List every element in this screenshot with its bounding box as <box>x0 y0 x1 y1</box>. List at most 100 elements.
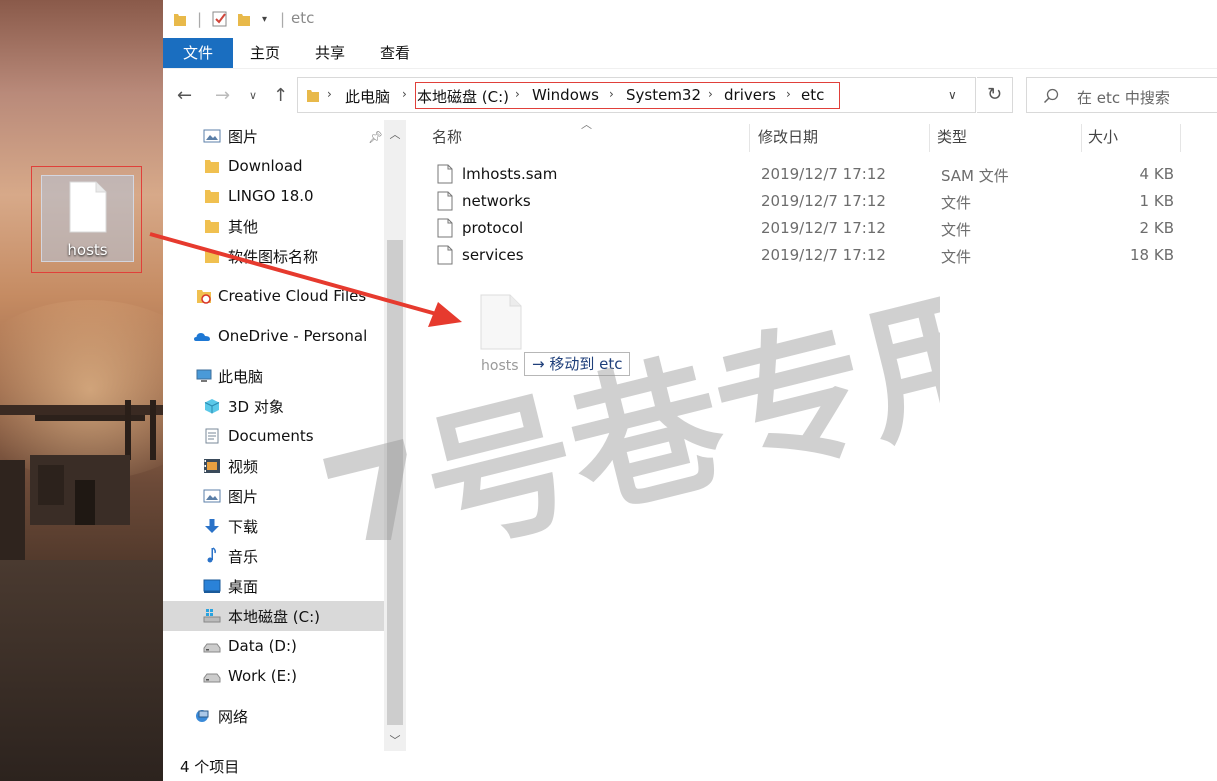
breadcrumb-this-pc[interactable]: 此电脑 <box>345 86 390 107</box>
file-modified: 2019/12/7 17:12 <box>761 192 886 210</box>
nav-item-onedrive[interactable]: OneDrive - Personal <box>163 321 384 351</box>
nav-item-downloads[interactable]: 下载 <box>163 511 384 541</box>
sort-ascending-icon: ︿ <box>581 118 592 131</box>
file-type: 文件 <box>941 194 972 212</box>
nav-item-data-d[interactable]: Data (D:) <box>163 631 384 661</box>
network-icon <box>196 710 209 722</box>
nav-item-software-icons[interactable]: 软件图标名称 <box>163 241 384 271</box>
title-separator: | <box>280 10 286 28</box>
column-header-name[interactable]: 名称 <box>432 120 462 154</box>
file-name: services <box>462 246 524 264</box>
annotation-highlight-box <box>415 82 840 109</box>
nav-item-other[interactable]: 其他 <box>163 211 384 241</box>
refresh-icon[interactable]: ↻ <box>977 77 1013 113</box>
file-row[interactable]: networks 2019/12/7 17:12 文件 1 KB <box>426 188 1186 215</box>
file-row[interactable]: protocol 2019/12/7 17:12 文件 2 KB <box>426 215 1186 242</box>
download-icon <box>205 519 219 533</box>
nav-item-3d-objects[interactable]: 3D 对象 <box>163 391 384 421</box>
scroll-down-icon[interactable]: ﹀ <box>384 732 406 748</box>
column-header-modified[interactable]: 修改日期 <box>758 120 818 154</box>
chevron-right-icon[interactable]: › <box>327 87 332 101</box>
pin-icon[interactable]: 📌︎ <box>368 130 383 144</box>
drive-icon <box>203 673 221 683</box>
navigation-pane: 图片 📌︎ Download LINGO 18.0 其他 软件图标名称 Crea… <box>163 120 406 751</box>
column-header-type[interactable]: 类型 <box>937 120 967 154</box>
column-divider[interactable] <box>1180 124 1181 152</box>
file-size: 18 KB <box>1130 246 1174 264</box>
recent-locations-icon[interactable]: ∨ <box>249 89 257 102</box>
nav-item-pictures[interactable]: 图片 <box>163 481 384 511</box>
nav-item-documents[interactable]: Documents <box>163 421 384 451</box>
local-disk-icon <box>203 609 221 623</box>
properties-icon[interactable] <box>211 9 229 29</box>
ground <box>0 560 163 781</box>
file-icon <box>437 164 453 184</box>
pictures-icon <box>203 489 221 503</box>
desktop-icon <box>203 579 221 593</box>
back-icon[interactable]: ← <box>177 85 192 106</box>
file-icon <box>437 245 453 265</box>
tab-file[interactable]: 文件 <box>163 38 233 68</box>
drive-icon <box>203 643 221 653</box>
this-pc-icon <box>196 369 212 382</box>
nav-item-pictures-pinned[interactable]: 图片 📌︎ <box>163 121 384 151</box>
creative-cloud-icon <box>197 290 211 304</box>
video-icon <box>204 459 220 473</box>
nav-item-local-disk-c[interactable]: 本地磁盘 (C:) <box>163 601 384 631</box>
file-name: protocol <box>462 219 524 237</box>
ribbon: 文件 主页 共享 查看 <box>163 38 1217 68</box>
file-icon <box>480 294 522 350</box>
nav-item-download[interactable]: Download <box>163 151 384 181</box>
column-divider[interactable] <box>1081 124 1082 152</box>
file-icon <box>69 181 107 233</box>
nav-item-this-pc[interactable]: 此电脑 <box>163 361 384 391</box>
up-icon[interactable]: ↑ <box>273 85 288 106</box>
column-divider[interactable] <box>749 124 750 152</box>
customize-toolbar-icon[interactable]: ▾ <box>262 9 267 29</box>
status-bar: 4 个项目 <box>163 751 1217 781</box>
file-row[interactable]: services 2019/12/7 17:12 文件 18 KB <box>426 242 1186 269</box>
nav-item-videos[interactable]: 视频 <box>163 451 384 481</box>
folder-icon <box>205 160 219 173</box>
tab-home[interactable]: 主页 <box>242 38 288 68</box>
scrollbar-thumb[interactable] <box>387 240 403 725</box>
file-modified: 2019/12/7 17:12 <box>761 219 886 237</box>
drag-ghost-hosts: hosts <box>476 294 526 374</box>
gas-station-silhouette <box>0 400 163 560</box>
column-header-size[interactable]: 大小 <box>1088 120 1118 154</box>
scroll-up-icon[interactable]: ︿ <box>384 126 406 142</box>
nav-item-creative-cloud[interactable]: Creative Cloud Files <box>163 281 384 311</box>
file-row[interactable]: lmhosts.sam 2019/12/7 17:12 SAM 文件 4 KB <box>426 161 1186 188</box>
quick-access-folder-icon <box>173 9 187 29</box>
search-placeholder: 在 etc 中搜索 <box>1077 89 1170 107</box>
nav-item-work-e[interactable]: Work (E:) <box>163 661 384 691</box>
search-input[interactable]: 在 etc 中搜索 <box>1026 77 1217 113</box>
forward-icon[interactable]: → <box>215 85 230 106</box>
tab-share[interactable]: 共享 <box>307 38 353 68</box>
address-bar[interactable]: › 此电脑 › 本地磁盘 (C:) › Windows › System32 ›… <box>297 77 976 113</box>
file-modified: 2019/12/7 17:12 <box>761 246 886 264</box>
folder-icon <box>205 220 219 233</box>
3d-objects-icon <box>204 399 220 414</box>
folder-icon <box>205 190 219 203</box>
nav-scrollbar[interactable]: ︿ ﹀ <box>384 120 406 751</box>
file-list: ︿ 名称 修改日期 类型 大小 lmhosts.sam 2019/12/7 17… <box>406 118 1217 751</box>
documents-icon <box>205 428 219 444</box>
drag-ghost-label: hosts <box>481 358 519 374</box>
pictures-icon <box>203 129 221 143</box>
chevron-right-icon[interactable]: › <box>402 87 407 101</box>
desktop-background <box>0 0 163 781</box>
new-folder-icon[interactable] <box>237 9 251 29</box>
window-title: etc <box>291 9 315 27</box>
address-dropdown-icon[interactable]: ∨ <box>948 88 957 102</box>
explorer-window: | ▾ | etc 文件 主页 共享 查看 ← → ∨ ↑ › 此电脑 › 本地… <box>163 0 1217 781</box>
title-separator: | <box>197 10 203 28</box>
tab-view[interactable]: 查看 <box>372 38 418 68</box>
nav-item-lingo[interactable]: LINGO 18.0 <box>163 181 384 211</box>
nav-item-desktop[interactable]: 桌面 <box>163 571 384 601</box>
desktop-file-hosts[interactable]: hosts <box>31 166 142 273</box>
nav-item-music[interactable]: 音乐 <box>163 541 384 571</box>
file-type: 文件 <box>941 248 972 266</box>
column-divider[interactable] <box>929 124 930 152</box>
nav-item-network[interactable]: 网络 <box>163 701 384 731</box>
